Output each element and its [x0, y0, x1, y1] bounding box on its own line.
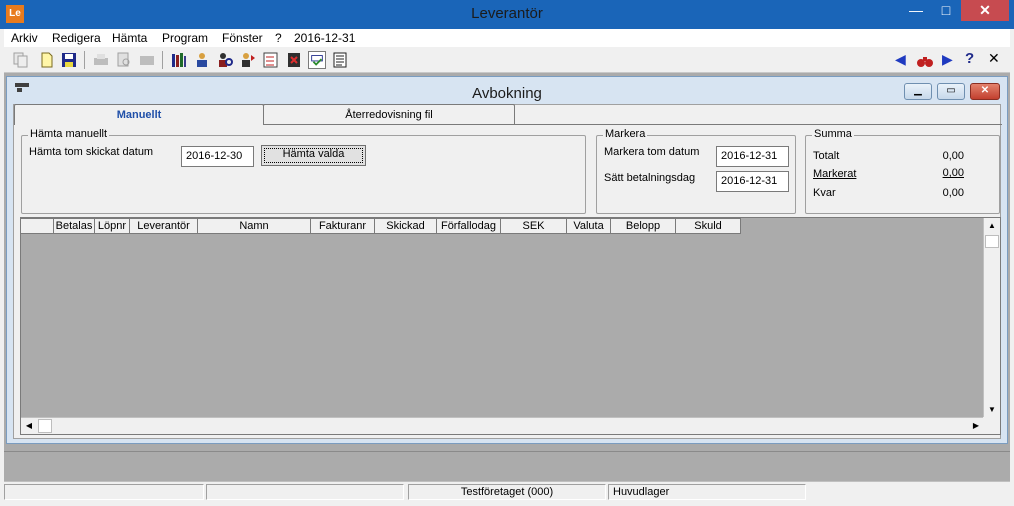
grid-header-sek[interactable]: SEK	[501, 218, 567, 234]
toolbar-separator	[84, 51, 85, 69]
totalt-label: Totalt	[813, 150, 840, 162]
menu-date: 2016-12-31	[294, 31, 356, 45]
betalningsdag-input[interactable]: 2016-12-31	[716, 171, 789, 192]
grid-header-forfallodag[interactable]: Förfallodag	[437, 218, 501, 234]
menu-program[interactable]: Program	[162, 31, 208, 45]
checklist-icon[interactable]	[262, 51, 280, 69]
save-icon[interactable]	[60, 51, 78, 69]
avbokning-window: Avbokning ▁ ▭ ✕ Manuellt Återredovisning…	[6, 76, 1008, 444]
app-minimize-button[interactable]: —	[901, 0, 931, 21]
scroll-left-icon[interactable]: ◀	[21, 418, 37, 434]
menu-fonster[interactable]: Fönster	[222, 31, 263, 45]
scroll-right-icon[interactable]: ▶	[968, 418, 984, 434]
avbokning-grid: Betalas Löpnr Leverantör Namn Fakturanr …	[20, 217, 1001, 435]
tab-divider	[263, 124, 1002, 125]
kvar-value: 0,00	[942, 187, 964, 199]
tab-aterredovisning-fil[interactable]: Återredovisning fil	[263, 104, 515, 125]
person-search-icon[interactable]	[216, 51, 234, 69]
books-icon[interactable]	[170, 51, 188, 69]
hamta-date-label: Hämta tom skickat datum	[29, 146, 154, 158]
kvar-label: Kvar	[813, 187, 836, 199]
hamta-date-input[interactable]: 2016-12-30	[181, 146, 254, 167]
window-minimize-button[interactable]: ▁	[904, 83, 932, 100]
statusbar: Testföretaget (000) Huvudlager	[4, 481, 1010, 501]
summa-group: Summa Totalt 0,00 Markerat 0,00 Kvar 0,0…	[805, 128, 1000, 214]
status-company: Testföretaget (000)	[408, 484, 606, 500]
grid-header: Betalas Löpnr Leverantör Namn Fakturanr …	[21, 218, 741, 234]
menu-arkiv[interactable]: Arkiv	[11, 31, 38, 45]
hamta-manuellt-group: Hämta manuellt Hämta tom skickat datum 2…	[21, 128, 586, 214]
menu-redigera[interactable]: Redigera	[52, 31, 101, 45]
help-icon[interactable]: ?	[965, 50, 974, 67]
window-title: Avbokning	[472, 85, 542, 102]
window-content: Manuellt Återredovisning fil Hämta manue…	[13, 104, 1002, 439]
vertical-scrollbar[interactable]: ▲ ▼	[983, 218, 1000, 418]
close-icon[interactable]: ✕	[988, 50, 1000, 67]
app-maximize-button[interactable]: □	[931, 0, 961, 21]
scroll-up-icon[interactable]: ▲	[984, 218, 1000, 234]
person-ledger-icon[interactable]	[193, 51, 211, 69]
scroll-down-icon[interactable]: ▼	[984, 402, 1000, 418]
hamta-valda-button[interactable]: Hämta valda	[261, 145, 366, 166]
summa-legend: Summa	[812, 128, 854, 140]
grid-header-lopnr[interactable]: Löpnr	[95, 218, 130, 234]
menubar: Arkiv Redigera Hämta Program Fönster ? 2…	[4, 29, 1010, 47]
grid-header-belopp[interactable]: Belopp	[611, 218, 676, 234]
markera-group: Markera Markera tom datum 2016-12-31 Sät…	[596, 128, 796, 214]
markera-date-input[interactable]: 2016-12-31	[716, 146, 789, 167]
betalningsdag-label: Sätt betalningsdag	[604, 172, 696, 184]
grid-header-skuld[interactable]: Skuld	[676, 218, 741, 234]
window-maximize-button[interactable]: ▭	[937, 83, 965, 100]
grid-header-betalas[interactable]: Betalas	[54, 218, 95, 234]
calculator-icon[interactable]	[285, 51, 303, 69]
menu-hamta[interactable]: Hämta	[112, 31, 147, 45]
grid-header-fakturanr[interactable]: Fakturanr	[311, 218, 375, 234]
menu-help[interactable]: ?	[275, 31, 282, 45]
binoculars-icon[interactable]	[916, 51, 934, 69]
app-titlebar: Le Leverantör — □ ✕	[0, 0, 1014, 29]
bottom-strip	[4, 451, 1010, 481]
status-panel-1	[4, 484, 204, 500]
tab-manuellt[interactable]: Manuellt	[14, 104, 264, 125]
markerat-value[interactable]: 0,00	[904, 167, 964, 179]
hamta-manuellt-legend: Hämta manuellt	[28, 128, 110, 140]
totalt-value: 0,00	[942, 150, 964, 162]
horizontal-scrollbar[interactable]: ◀ ▶	[21, 417, 984, 434]
window-close-button[interactable]: ✕	[970, 83, 1000, 100]
markera-date-label: Markera tom datum	[604, 146, 700, 158]
grid-header-leverantor[interactable]: Leverantör	[130, 218, 198, 234]
grid-header-namn[interactable]: Namn	[198, 218, 311, 234]
previous-arrow-icon[interactable]: ◀	[895, 51, 906, 68]
checkmark-icon[interactable]	[308, 51, 326, 69]
grid-header-skickad[interactable]: Skickad	[375, 218, 437, 234]
print-preview-icon[interactable]	[115, 51, 133, 69]
status-warehouse: Huvudlager	[608, 484, 806, 500]
new-document-icon[interactable]	[38, 51, 56, 69]
toolbar-separator	[162, 51, 163, 69]
toolbar: ◀ ▶ ? ✕	[4, 47, 1010, 73]
horizontal-scroll-thumb[interactable]	[38, 419, 52, 433]
app-title: Leverantör	[471, 5, 543, 22]
document-list-icon[interactable]	[331, 51, 349, 69]
markera-legend: Markera	[603, 128, 648, 140]
print-setup-icon[interactable]	[138, 51, 156, 69]
vertical-scroll-thumb[interactable]	[985, 235, 999, 248]
status-panel-2	[206, 484, 404, 500]
scrollbar-corner	[983, 417, 1000, 434]
grid-header-select[interactable]	[21, 218, 54, 234]
person-arrow-icon[interactable]	[239, 51, 257, 69]
print-icon[interactable]	[92, 51, 110, 69]
copy-icon[interactable]	[12, 51, 30, 69]
next-arrow-icon[interactable]: ▶	[942, 51, 953, 68]
markerat-link[interactable]: Markerat	[813, 168, 856, 180]
grid-header-valuta[interactable]: Valuta	[567, 218, 611, 234]
app-close-button[interactable]: ✕	[961, 0, 1009, 21]
